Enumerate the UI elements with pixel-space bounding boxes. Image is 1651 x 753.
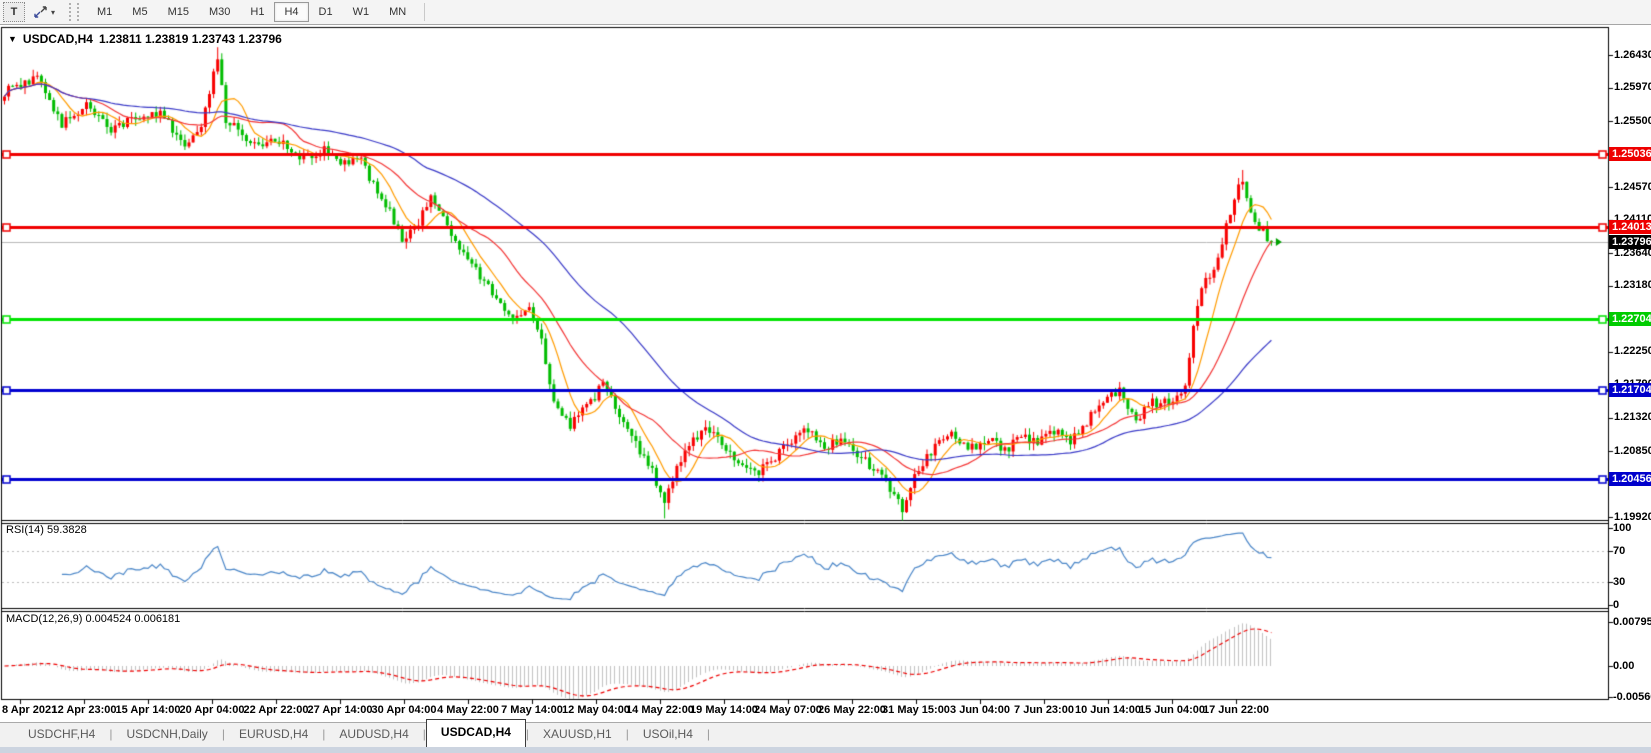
price-level-badge: 1.21704	[1609, 383, 1651, 397]
chart-tab-usoil[interactable]: USOil,H4	[629, 722, 707, 747]
rsi-panel-title: RSI(14) 59.3828	[6, 524, 87, 536]
price-axis-label: 1.23180	[1614, 279, 1651, 292]
timeframe-button-m5[interactable]: M5	[122, 2, 157, 22]
timeframe-button-mn[interactable]: MN	[379, 2, 416, 22]
price-chart-canvas[interactable]	[0, 0, 1651, 753]
rsi-axis-label: 70	[1613, 545, 1625, 557]
time-axis-label: 15 Apr 14:00	[115, 704, 180, 716]
time-axis-label: 12 Apr 23:00	[51, 704, 116, 716]
price-level-badge: 1.23796	[1609, 235, 1651, 249]
macd-axis-label: 0.007959	[1613, 616, 1651, 628]
chart-tab-eurusd[interactable]: EURUSD,H4	[225, 722, 322, 747]
price-axis-label: 1.25500	[1614, 115, 1651, 128]
timeframe-button-d1[interactable]: D1	[309, 2, 343, 22]
timeframe-button-w1[interactable]: W1	[343, 2, 380, 22]
time-axis-label: 19 May 14:00	[690, 704, 758, 716]
price-axis-label: 1.20850	[1614, 445, 1651, 458]
crosshair-arrows-icon	[33, 5, 48, 19]
toolbar-grip	[69, 3, 79, 21]
chart-tab-xauusd[interactable]: XAUUSD,H1	[529, 722, 626, 747]
time-axis-label: 31 May 15:00	[882, 704, 950, 716]
time-axis-label: 24 May 07:00	[754, 704, 822, 716]
price-level-badge: 1.22704	[1609, 312, 1651, 326]
time-axis-label: 8 Apr 2021	[2, 704, 57, 716]
chart-tab-audusd[interactable]: AUDUSD,H4	[325, 722, 422, 747]
time-axis-label: 30 Apr 04:00	[371, 704, 436, 716]
timeframe-button-m30[interactable]: M30	[199, 2, 240, 22]
window-bottom-edge	[0, 747, 1651, 753]
terminal-window: T ▾ M1M5M15M30H1H4D1W1MN ▼ USDCAD,H4 1.2…	[0, 0, 1651, 753]
time-axis-label: 20 Apr 04:00	[179, 704, 244, 716]
time-axis-label: 3 Jun 04:00	[950, 704, 1010, 716]
chart-header: ▼ USDCAD,H4 1.23811 1.23819 1.23743 1.23…	[8, 32, 282, 46]
time-axis-label: 17 Jun 22:00	[1203, 704, 1269, 716]
price-level-badge: 1.24013	[1609, 220, 1651, 234]
chart-ohlc-values: 1.23811 1.23819 1.23743 1.23796	[99, 32, 282, 46]
dropdown-caret-icon: ▾	[51, 8, 55, 17]
top-toolbar: T ▾ M1M5M15M30H1H4D1W1MN	[0, 0, 1651, 25]
time-axis-label: 14 May 22:00	[626, 704, 694, 716]
cursor-tool-button[interactable]: ▾	[27, 2, 61, 22]
text-tool-button[interactable]: T	[3, 2, 25, 22]
price-axis-label: 1.25970	[1614, 81, 1651, 94]
collapse-triangle-icon[interactable]: ▼	[8, 34, 17, 44]
chart-symbol-label: USDCAD,H4	[23, 32, 93, 46]
time-axis-label: 26 May 22:00	[818, 704, 886, 716]
price-level-badge: 1.20456	[1609, 472, 1651, 486]
chart-tab-usdchf[interactable]: USDCHF,H4	[14, 722, 109, 747]
timeframe-button-h1[interactable]: H1	[240, 2, 274, 22]
rsi-axis-label: 30	[1613, 576, 1625, 588]
rsi-axis-label: 100	[1613, 522, 1631, 534]
time-axis-label: 27 Apr 14:00	[307, 704, 372, 716]
time-axis-label: 7 May 14:00	[501, 704, 563, 716]
chart-tab-usdcad[interactable]: USDCAD,H4	[426, 719, 526, 747]
macd-panel-title: MACD(12,26,9) 0.004524 0.006181	[6, 613, 180, 625]
timeframe-group: M1M5M15M30H1H4D1W1MN	[87, 2, 416, 22]
rsi-axis-label: 0	[1613, 599, 1619, 611]
macd-axis-label: -0.005663	[1613, 691, 1651, 703]
time-axis-label: 7 Jun 23:00	[1014, 704, 1074, 716]
timeframe-button-m1[interactable]: M1	[87, 2, 122, 22]
timeframe-button-h4[interactable]: H4	[274, 2, 308, 22]
tab-separator: |	[707, 722, 710, 747]
time-axis-label: 12 May 04:00	[562, 704, 630, 716]
time-axis-label: 4 May 22:00	[437, 704, 499, 716]
timeframe-button-m15[interactable]: M15	[158, 2, 199, 22]
time-axis-label: 22 Apr 22:00	[243, 704, 308, 716]
toolbar-separator	[424, 3, 425, 21]
price-axis-label: 1.24570	[1614, 181, 1651, 194]
time-axis-label: 15 Jun 04:00	[1139, 704, 1205, 716]
price-axis-label: 1.22250	[1614, 345, 1651, 358]
chart-tab-bar: USDCHF,H4|USDCNH,Daily|EURUSD,H4|AUDUSD,…	[0, 722, 1651, 747]
macd-axis-label: 0.00	[1613, 660, 1634, 672]
price-axis-label: 1.21320	[1614, 411, 1651, 424]
chart-tab-usdcnh[interactable]: USDCNH,Daily	[112, 722, 221, 747]
time-axis-label: 10 Jun 14:00	[1075, 704, 1141, 716]
price-axis-label: 1.26430	[1614, 49, 1651, 62]
price-level-badge: 1.25036	[1609, 147, 1651, 161]
